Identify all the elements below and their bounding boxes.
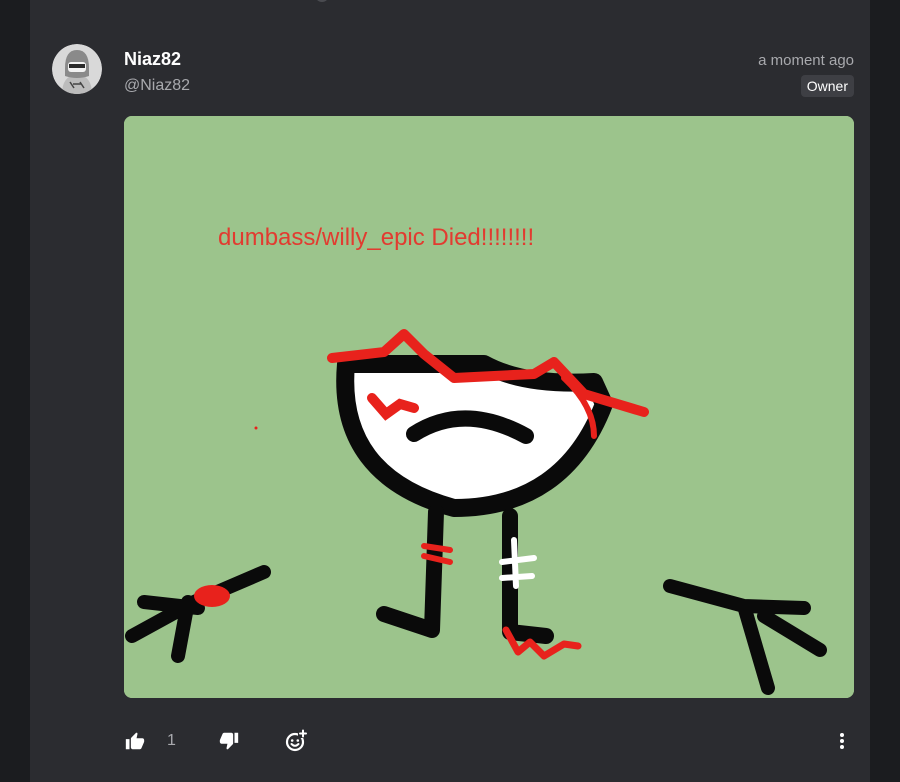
more-vertical-icon: [840, 733, 844, 749]
thumbs-up-icon: [125, 732, 145, 750]
add-reaction-icon: [285, 729, 308, 752]
avatar[interactable]: [52, 44, 102, 94]
post-image[interactable]: dumbass/willy_epic Died!!!!!!!!: [124, 116, 854, 698]
post-timestamp: a moment ago: [758, 52, 854, 69]
post-actions: 1: [124, 726, 854, 756]
previous-post-edge: [315, 0, 329, 2]
more-options-button[interactable]: [836, 726, 848, 756]
like-count: 1: [167, 732, 176, 749]
stick-figure-drawing: [124, 116, 854, 698]
like-button[interactable]: [124, 726, 146, 756]
thumbs-down-icon: [219, 732, 239, 750]
dislike-button[interactable]: [218, 726, 240, 756]
hooded-character-avatar-icon: [52, 44, 102, 94]
add-reaction-button[interactable]: [284, 726, 308, 756]
owner-badge: Owner: [800, 75, 854, 97]
author-name[interactable]: Niaz82: [124, 49, 181, 70]
author-handle[interactable]: @Niaz82: [124, 77, 190, 95]
image-caption: dumbass/willy_epic Died!!!!!!!!: [218, 224, 535, 251]
